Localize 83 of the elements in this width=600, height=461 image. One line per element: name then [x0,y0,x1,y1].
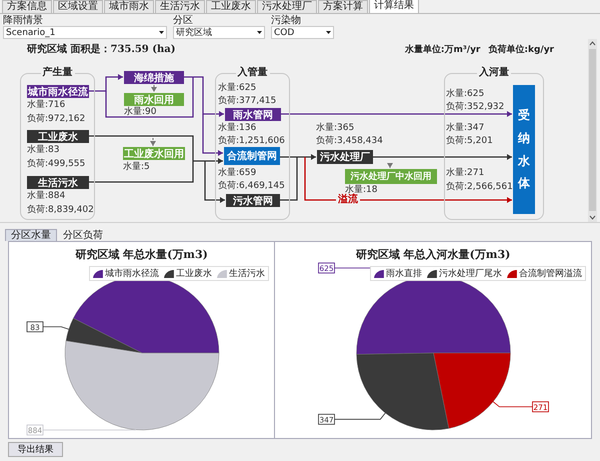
area-title: 研究区域 面积是：735.59 (ha) [27,42,176,56]
field-label: 降雨情景 [3,15,44,26]
overflow-label: 溢流 [336,194,360,206]
water-body-node: 受纳水体 [513,85,535,214]
tab[interactable]: 方案信息 [2,0,52,13]
legend-swatch-icon [374,270,384,278]
legend-swatch-icon [427,270,437,278]
legend-label: 合流制管网溢流 [519,268,582,280]
flow-node: 雨水回用 [124,93,184,106]
flow-node: 合流制管网 [224,147,280,165]
reading-label: 负荷:2,566,561 [446,182,513,193]
reading-label: 负荷:377,415 [218,96,276,107]
reading-label: 水量:716 [27,100,66,111]
legend-label: 生活污水 [229,268,266,280]
reading-label: 水量:659 [218,168,256,179]
reading-label: 负荷:499,555 [27,159,86,170]
reading-label: 负荷:8,839,402 [27,205,94,216]
unit-label: 水量单位:万m³/yr [404,43,480,56]
flow-node: 污水处理厂 [317,150,373,164]
reading-label: 水量:884 [27,191,66,202]
reading-label: 负荷:972,162 [27,114,86,125]
reading-label: 水量:625 [218,83,256,94]
caret-icon [257,31,262,34]
flow-node: 雨水管网 [225,108,281,121]
connector-arrow [89,74,123,92]
tab[interactable]: 方案计算 [318,0,368,13]
caret-icon [159,31,164,34]
connector-arrow [150,138,156,146]
reading-label: 负荷:1,251,606 [218,136,285,147]
flow-node: 污水处理厂中水回用 [345,169,437,184]
unit-label: 负荷单位:kg/yr [488,43,554,56]
connector-arrow [151,84,157,92]
field-label: 污染物 [271,15,302,26]
flow-node: 海绵措施 [124,71,184,84]
chart-title: 研究区域 年总入河水量(万m3) [356,248,510,261]
reading-label: 水量:625 [446,89,484,100]
reading-label: 水量:136 [218,123,256,134]
reading-label: 水量:347 [446,123,484,134]
reading-label: 水量:365 [316,123,354,134]
caret-icon [326,31,331,34]
tab[interactable]: 生活污水 [155,0,205,13]
reading-label: 水量:18 [345,185,378,195]
group-title: 入河量 [477,67,511,79]
reading-label: 水量:90 [124,107,156,118]
tab[interactable]: 分区水量 [5,229,57,241]
legend-swatch-icon [164,270,174,278]
dropdown[interactable]: COD [271,26,334,39]
flow-node: 污水管网 [226,194,280,207]
leader-line [42,326,70,330]
tab[interactable]: 计算结果 [369,0,419,13]
group-title: 产生量 [40,67,74,79]
flow-node: 工业废水回用 [123,147,185,160]
tab[interactable]: 城市雨水 [104,0,154,13]
reading-label: 负荷:5,201 [446,136,493,147]
flow-node: 生活污水 [27,176,89,189]
legend-label: 城市雨水径流 [105,268,160,280]
group-title: 入管量 [236,67,270,79]
export-button[interactable]: 导出结果 [8,442,63,457]
reading-label: 负荷:3,458,434 [316,136,383,147]
field-label: 分区 [173,15,194,26]
chart-title: 研究区域 年总水量(万m3) [75,248,208,261]
reading-label: 水量:83 [27,145,60,156]
legend-swatch-icon [93,270,104,278]
tab[interactable]: 工业废水 [206,0,256,13]
reading-label: 水量:271 [446,168,484,179]
leader-line [492,401,533,408]
legend-label: 雨水直排 [386,268,422,280]
scrollbar[interactable] [588,39,597,222]
tab[interactable]: 区域设置 [53,0,103,13]
reading-label: 负荷:352,932 [446,102,504,113]
legend-label: 工业废水 [176,268,212,280]
tab[interactable]: 分区负荷 [57,229,109,241]
legend-swatch-icon [507,270,517,278]
legend-swatch-icon [217,270,228,278]
reading-label: 负荷:6,469,145 [218,181,285,192]
reading-label: 水量:5 [123,162,150,173]
tab[interactable]: 污水处理厂 [257,0,317,13]
leader-line [334,412,386,420]
dropdown[interactable]: Scenario_1 [3,26,167,39]
flow-node: 工业废水 [27,130,89,143]
flow-node: 城市雨水径流 [27,85,89,98]
dropdown[interactable]: 研究区域 [173,26,265,39]
legend-label: 污水处理厂尾水 [439,268,502,280]
